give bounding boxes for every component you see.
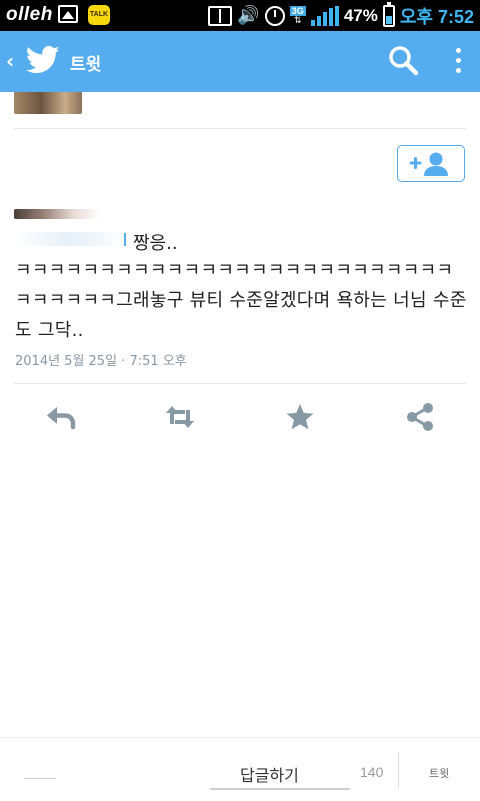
- handle-marker: [124, 233, 126, 246]
- battery-icon: [382, 1, 395, 27]
- carrier-label: olleh: [6, 4, 53, 25]
- tweet-actions: [0, 398, 480, 434]
- sound-icon: 🔊: [237, 4, 260, 26]
- tweet-send-button[interactable]: 트윗: [429, 765, 449, 781]
- divider: [14, 128, 466, 129]
- twitter-bird-icon[interactable]: [26, 45, 60, 75]
- alarm-icon: [264, 5, 285, 26]
- compose-left-stub: [24, 778, 56, 779]
- tweet-timestamp: 2014년 5월 25일 · 7:51 오후: [15, 354, 187, 369]
- retweet-icon: [166, 406, 194, 428]
- signal-icon: [310, 5, 339, 26]
- tweet-text: ㅋㅋㅋㅋㅋㅋㅋㅋㅋㅋㅋㅋㅋㅋㅋㅋㅋㅋㅋㅋㅋㅋㅋㅋㅋㅋㅋㅋㅋㅋㅋㅋ그래놓구 뷰티 …: [15, 260, 467, 341]
- battery-percent: 47%: [343, 5, 378, 25]
- divider: [14, 383, 466, 384]
- character-count: 140: [360, 764, 384, 780]
- search-icon[interactable]: [386, 44, 420, 78]
- reply-button[interactable]: [43, 400, 77, 434]
- chevron-left-icon[interactable]: ‹: [6, 49, 14, 73]
- reply-compose-bar: 답글하기 140 트윗: [0, 737, 480, 801]
- share-icon: [407, 403, 433, 431]
- tweet-first-line: 짱응..: [133, 233, 178, 254]
- reply-placeholder: 답글하기: [240, 766, 299, 785]
- status-icons: 🔊 3G ⇅ 47% 오후 7:52: [208, 0, 474, 31]
- clock: 오후 7:52: [399, 6, 474, 27]
- photo-icon: [58, 5, 78, 23]
- screen-mirror-icon: [208, 5, 233, 26]
- action-bar: ‹ 트윗: [0, 31, 480, 92]
- retweet-button[interactable]: [163, 400, 197, 434]
- 3g-icon: 3G ⇅: [289, 5, 306, 26]
- share-button[interactable]: [403, 400, 437, 434]
- kakaotalk-icon: TALK: [88, 5, 110, 25]
- reply-input[interactable]: 답글하기: [210, 752, 350, 790]
- page-title: 트윗: [70, 55, 102, 75]
- user-handle[interactable]: [14, 232, 126, 246]
- user-name[interactable]: [14, 209, 100, 219]
- favorite-icon: [286, 404, 314, 430]
- add-user-icon: [409, 152, 448, 176]
- reply-icon: [47, 407, 76, 430]
- divider: [398, 752, 399, 788]
- follow-button[interactable]: [397, 145, 465, 182]
- avatar[interactable]: [14, 92, 82, 114]
- favorite-button[interactable]: [283, 400, 317, 434]
- status-bar: olleh TALK 🔊 3G ⇅ 47% 오후 7:52: [0, 0, 480, 31]
- overflow-menu-icon[interactable]: [448, 46, 468, 76]
